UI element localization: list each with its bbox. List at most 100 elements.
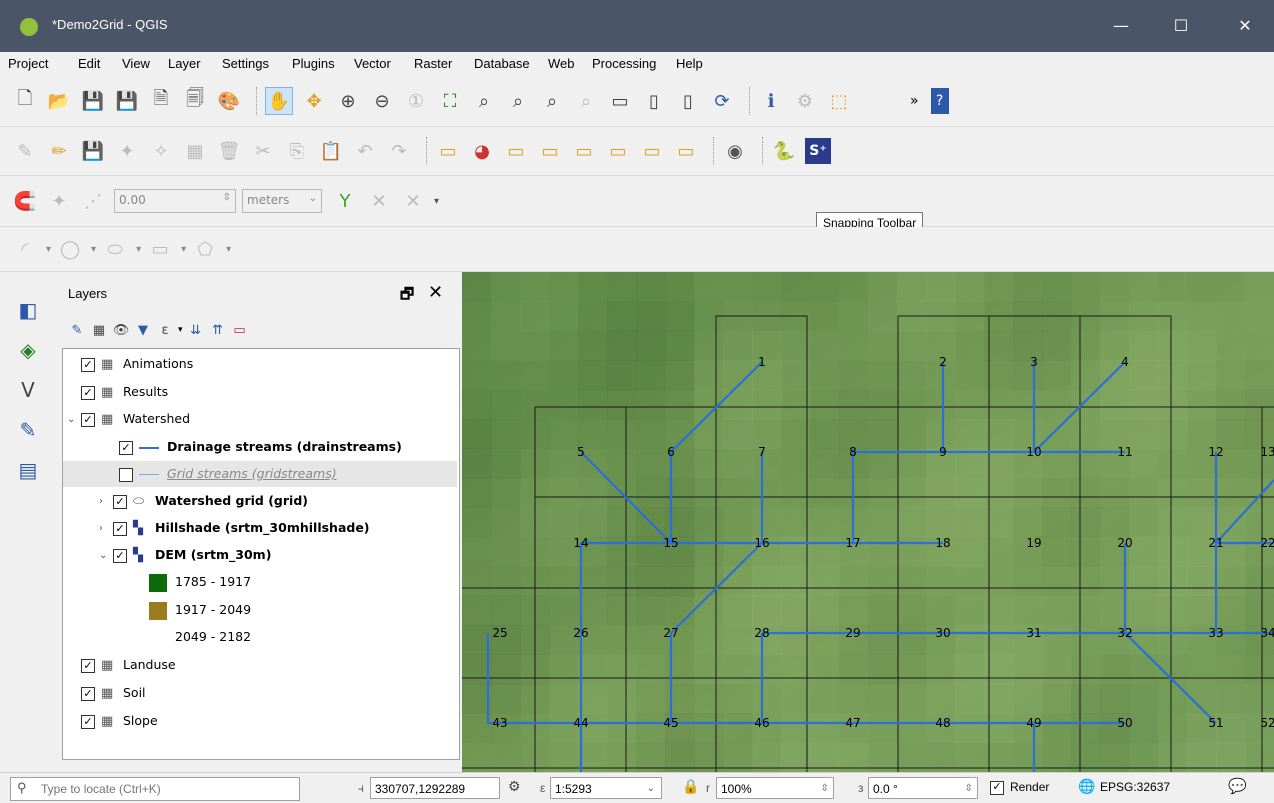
- redo-icon[interactable]: ↷: [386, 138, 412, 164]
- cut-features-icon[interactable]: ✂: [250, 138, 276, 164]
- layer-visibility-checkbox[interactable]: ✓: [81, 385, 95, 400]
- paste-features-icon[interactable]: 📋: [318, 138, 344, 164]
- tolerance-spinbox[interactable]: 0.00 ⇳: [114, 189, 236, 213]
- save-project-icon[interactable]: 💾: [80, 88, 106, 114]
- python-console-icon[interactable]: 🐍: [771, 138, 797, 164]
- action-icon[interactable]: ⚙: [792, 88, 818, 114]
- chevron-down-icon[interactable]: ⌄: [99, 543, 113, 569]
- layer-item-dem[interactable]: ⌄ ✓ ▚ DEM (srtm_30m): [99, 542, 271, 568]
- units-select[interactable]: meters ⌄: [242, 189, 322, 213]
- layer-labeling-icon[interactable]: ▭: [435, 138, 461, 164]
- layer-visibility-checkbox[interactable]: ✓: [81, 714, 95, 729]
- identify-features-icon[interactable]: ℹ: [758, 88, 784, 114]
- chevron-down-icon[interactable]: ▾: [91, 244, 96, 255]
- open-layer-styling-icon[interactable]: ✎: [68, 321, 86, 339]
- chevron-down-icon[interactable]: ▾: [46, 244, 51, 255]
- manage-map-themes-icon[interactable]: 👁: [112, 321, 130, 339]
- menu-help[interactable]: Help: [676, 56, 703, 71]
- style-manager-icon[interactable]: 🎨: [216, 88, 242, 114]
- zoom-to-selection-icon[interactable]: ⌕: [471, 88, 497, 114]
- highlight-pinned-labels-icon[interactable]: ▭: [537, 138, 563, 164]
- float-panel-icon[interactable]: 🗗: [400, 284, 414, 309]
- layer-item-animations[interactable]: ✓ ▦ Animations: [81, 351, 193, 377]
- menu-database[interactable]: Database: [474, 56, 530, 71]
- rotate-label-icon[interactable]: ▭: [639, 138, 665, 164]
- new-geopackage-layer-icon[interactable]: ◈: [14, 336, 42, 364]
- vertex-tool-icon[interactable]: ✧: [148, 138, 174, 164]
- minimize-button[interactable]: —: [1106, 14, 1136, 38]
- lock-scale-icon[interactable]: 🔒: [682, 778, 699, 795]
- pan-to-selection-icon[interactable]: ✥: [301, 88, 327, 114]
- coordinate-field[interactable]: 330707,1292289: [370, 777, 500, 799]
- layout-manager-icon[interactable]: 🗐: [182, 88, 208, 114]
- layer-item-grid-streams[interactable]: Grid streams (gridstreams): [63, 461, 457, 487]
- maximize-button[interactable]: ☐: [1166, 14, 1196, 38]
- add-circular-string-icon[interactable]: ◜: [12, 236, 38, 262]
- spin-arrows-icon[interactable]: ⇳: [965, 778, 973, 800]
- chevron-down-icon[interactable]: ▾: [136, 244, 141, 255]
- zoom-out-icon[interactable]: ⊖: [369, 88, 395, 114]
- self-snapping-icon[interactable]: ✕: [400, 188, 426, 214]
- move-label-icon[interactable]: ▭: [605, 138, 631, 164]
- close-panel-icon[interactable]: ✕: [428, 282, 443, 303]
- toolbar-overflow-icon[interactable]: »: [910, 93, 919, 109]
- menu-project[interactable]: Project: [8, 56, 48, 71]
- add-vector-layer-icon[interactable]: V: [14, 376, 42, 404]
- snapping-intersection-icon[interactable]: ✕: [366, 188, 392, 214]
- layer-visibility-checkbox[interactable]: ✓: [81, 412, 95, 427]
- map-canvas[interactable]: 1 2 3 4 5 6 7 8 9 10 11 12 13 14 15 16 17 18 19 20 21 22 25 26 2…: [462, 272, 1274, 772]
- filter-legend-icon[interactable]: ▼: [134, 321, 152, 339]
- data-source-manager-icon[interactable]: ◧: [14, 296, 42, 324]
- add-group-icon[interactable]: ▦: [90, 321, 108, 339]
- new-print-layout-icon[interactable]: 🗎: [148, 88, 174, 114]
- pan-map-icon[interactable]: ✋: [265, 87, 293, 115]
- toggle-editing-icon[interactable]: ✏: [46, 138, 72, 164]
- copy-features-icon[interactable]: ⎘: [284, 138, 310, 164]
- layer-item-watershed-grid[interactable]: › ✓ ⬭ Watershed grid (grid): [99, 488, 308, 514]
- new-temporary-layer-icon[interactable]: ▤: [14, 456, 42, 484]
- layer-diagram-icon[interactable]: ◕: [469, 138, 495, 164]
- layer-item-hillshade[interactable]: › ✓ ▚ Hillshade (srtm_30mhillshade): [99, 515, 370, 541]
- splus-plugin-icon[interactable]: S⁺: [805, 138, 831, 164]
- locator-input[interactable]: [39, 781, 293, 797]
- chevron-down-icon[interactable]: ▾: [226, 244, 231, 255]
- layer-visibility-checkbox[interactable]: ✓: [81, 658, 95, 673]
- layer-item-slope[interactable]: ✓ ▦ Slope: [81, 708, 158, 734]
- layer-visibility-checkbox[interactable]: ✓: [113, 494, 127, 509]
- zoom-next-icon[interactable]: ⌕: [573, 88, 599, 114]
- menu-settings[interactable]: Settings: [222, 56, 269, 71]
- zoom-in-icon[interactable]: ⊕: [335, 88, 361, 114]
- layer-item-watershed[interactable]: ⌄ ✓ ▦ Watershed: [67, 406, 190, 432]
- select-features-icon[interactable]: ⬚: [826, 88, 852, 114]
- new-bookmark-icon[interactable]: ▯: [641, 88, 667, 114]
- remove-layer-icon[interactable]: ▭: [231, 321, 249, 339]
- magnet-icon[interactable]: 🧲: [12, 188, 38, 214]
- chevron-down-icon[interactable]: ▾: [181, 244, 186, 255]
- menu-processing[interactable]: Processing: [592, 56, 656, 71]
- add-rectangle-icon[interactable]: ▭: [147, 236, 173, 262]
- layer-visibility-checkbox[interactable]: ✓: [81, 686, 95, 701]
- chevron-down-icon[interactable]: ▾: [434, 196, 439, 207]
- show-bookmarks-icon[interactable]: ▯: [675, 88, 701, 114]
- layer-visibility-checkbox[interactable]: ✓: [113, 548, 127, 563]
- topological-editing-icon[interactable]: Y: [332, 188, 358, 214]
- spin-arrows-icon[interactable]: ⇳: [223, 192, 231, 203]
- undo-icon[interactable]: ↶: [352, 138, 378, 164]
- layer-item-soil[interactable]: ✓ ▦ Soil: [81, 680, 146, 706]
- collapse-all-icon[interactable]: ⇈: [209, 321, 227, 339]
- layer-visibility-checkbox[interactable]: [119, 467, 133, 482]
- new-shapefile-layer-icon[interactable]: ✎: [14, 416, 42, 444]
- add-circle-icon[interactable]: ◯: [57, 236, 83, 262]
- menu-layer[interactable]: Layer: [168, 56, 201, 71]
- modify-attributes-icon[interactable]: ▦: [182, 138, 208, 164]
- layer-item-results[interactable]: ✓ ▦ Results: [81, 379, 168, 405]
- menu-vector[interactable]: Vector: [354, 56, 391, 71]
- current-edits-icon[interactable]: ✎: [12, 138, 38, 164]
- render-checkbox[interactable]: ✓: [990, 781, 1004, 795]
- add-ellipse-icon[interactable]: ⬭: [102, 236, 128, 262]
- zoom-to-layer-icon[interactable]: ⌕: [505, 88, 531, 114]
- messages-icon[interactable]: 💬: [1228, 777, 1247, 795]
- new-project-icon[interactable]: 🗋: [12, 88, 38, 114]
- save-edits-icon[interactable]: 💾: [80, 138, 106, 164]
- new-map-view-icon[interactable]: ▭: [607, 88, 633, 114]
